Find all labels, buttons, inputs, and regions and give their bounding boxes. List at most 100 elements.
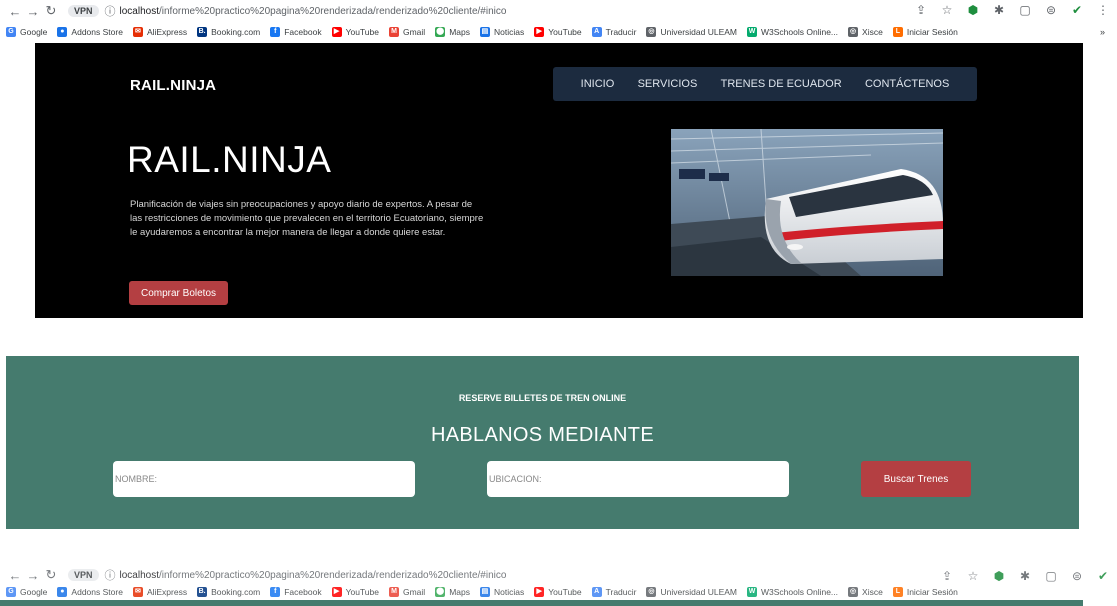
- url-path: /informe%20practico%20pagina%20renderiza…: [158, 5, 507, 17]
- bookmark-label: Noticias: [493, 587, 525, 597]
- bookmark-item[interactable]: ▶ YouTube: [331, 587, 379, 597]
- bookmark-item[interactable]: ● Addons Store: [57, 587, 123, 597]
- share-icon[interactable]: ⇪: [941, 569, 953, 583]
- brand-logo[interactable]: RAIL.NINJA: [130, 77, 216, 94]
- bookmark-label: Traducir: [605, 587, 637, 597]
- buy-tickets-button[interactable]: Comprar Boletos: [129, 281, 228, 305]
- bookmark-label: Gmail: [402, 587, 426, 597]
- bookmark-label: W3Schools Online...: [761, 587, 839, 597]
- bookmark-item[interactable]: ▤ Noticias: [479, 27, 525, 37]
- bookmark-item[interactable]: ✉ AliExpress: [132, 27, 187, 37]
- bookmark-item[interactable]: ▶ YouTube: [534, 587, 582, 597]
- location-input[interactable]: [487, 461, 789, 497]
- bookmark-favicon-icon: ✉: [132, 27, 143, 37]
- bookmark-label: Universidad ULEAM: [660, 27, 738, 37]
- booking-title: HABLANOS MEDIANTE: [431, 424, 654, 446]
- toolbar-icons: ⇪ ☆ ⬢ ✱ ▢ ⊜ ✔ ⋮: [915, 3, 1109, 17]
- bookmark-item[interactable]: W W3Schools Online...: [747, 27, 838, 37]
- nav-link-inicio[interactable]: INICIO: [581, 78, 615, 90]
- nav-link-servicios[interactable]: SERVICIOS: [638, 78, 698, 90]
- site-info-icon[interactable]: ⓘ: [105, 3, 116, 19]
- bookmark-favicon-icon: ◎: [646, 587, 657, 597]
- name-input[interactable]: [113, 461, 415, 497]
- bookmark-item[interactable]: L Iniciar Sesión: [892, 587, 958, 597]
- url-host: localhost: [119, 569, 159, 581]
- bookmark-item[interactable]: ⬤ Maps: [435, 587, 470, 597]
- bookmark-item[interactable]: ✉ AliExpress: [132, 587, 187, 597]
- site-info-icon[interactable]: ⓘ: [105, 567, 116, 583]
- bookmark-item[interactable]: A Traducir: [591, 27, 636, 37]
- bookmark-label: Booking.com: [211, 27, 261, 37]
- vpn-badge[interactable]: VPN: [68, 569, 99, 581]
- extensions-puzzle-icon[interactable]: ✱: [1019, 569, 1031, 583]
- bookmark-item[interactable]: ▶ YouTube: [534, 27, 582, 37]
- bookmark-label: YouTube: [548, 27, 582, 37]
- back-arrow-icon[interactable]: ←: [6, 568, 24, 583]
- bookmark-favicon-icon: ●: [57, 27, 68, 37]
- bookmark-favicon-icon: M: [388, 27, 399, 37]
- share-icon[interactable]: ⇪: [915, 3, 927, 17]
- bookmark-item[interactable]: f Facebook: [270, 27, 322, 37]
- bookmark-item[interactable]: B. Booking.com: [197, 587, 260, 597]
- bookmarks-bar-duplicate: G Google ● Addons Store ✉ AliExpress B. Booking…: [0, 584, 1117, 600]
- bookmark-favicon-icon: ▶: [534, 27, 545, 37]
- address-bar-row-duplicate: ← → ↻ VPN ⓘ localhost/informe%20practico…: [0, 566, 1117, 584]
- extension-shield-icon[interactable]: ⬢: [993, 569, 1005, 583]
- bookmark-item[interactable]: M Gmail: [388, 27, 425, 37]
- security-check-icon[interactable]: ✔: [1097, 569, 1109, 583]
- nav-link-trenes-de-ecuador[interactable]: TRENES DE ECUADOR: [721, 78, 842, 90]
- url-path: /informe%20practico%20pagina%20renderiza…: [158, 569, 507, 581]
- bookmark-item[interactable]: G Google: [6, 587, 47, 597]
- extensions-puzzle-icon[interactable]: ✱: [993, 3, 1005, 17]
- bookmark-item[interactable]: G Google: [6, 27, 47, 37]
- vpn-badge[interactable]: VPN: [68, 5, 99, 17]
- bookmark-favicon-icon: A: [591, 587, 602, 597]
- hero-title: RAIL.NINJA: [127, 139, 332, 180]
- bookmark-item[interactable]: ⬤ Maps: [435, 27, 470, 37]
- address-bar-row: ← → ↻ VPN ⓘ localhost/informe%20practico…: [0, 0, 1117, 22]
- bookmark-label: Booking.com: [211, 587, 261, 597]
- bookmark-favicon-icon: ●: [57, 587, 68, 597]
- bookmark-item[interactable]: f Facebook: [270, 587, 322, 597]
- bookmark-item[interactable]: W W3Schools Online...: [747, 587, 838, 597]
- bookmark-favicon-icon: G: [6, 587, 16, 597]
- bookmark-item[interactable]: ◎ Xisce: [848, 27, 883, 37]
- menu-dots-icon[interactable]: ⋮: [1097, 3, 1109, 17]
- side-panel-icon[interactable]: ▢: [1019, 3, 1031, 17]
- extension-shield-icon[interactable]: ⬢: [967, 3, 979, 17]
- bookmark-item[interactable]: ◎ Universidad ULEAM: [646, 587, 737, 597]
- reload-icon[interactable]: ↻: [42, 3, 60, 19]
- bookmark-item[interactable]: ▶ YouTube: [331, 27, 379, 37]
- profile-icon[interactable]: ⊜: [1045, 3, 1057, 17]
- bookmark-item[interactable]: M Gmail: [388, 587, 426, 597]
- bookmark-star-icon[interactable]: ☆: [941, 3, 953, 17]
- bookmark-favicon-icon: ▶: [534, 587, 545, 597]
- bookmark-item[interactable]: L Iniciar Sesión: [892, 27, 958, 37]
- search-trains-button[interactable]: Buscar Trenes: [861, 461, 971, 497]
- forward-arrow-icon[interactable]: →: [24, 4, 42, 19]
- bookmark-item[interactable]: ◎ Xisce: [848, 587, 883, 597]
- bookmark-star-icon[interactable]: ☆: [967, 569, 979, 583]
- profile-icon[interactable]: ⊜: [1071, 569, 1083, 583]
- side-panel-icon[interactable]: ▢: [1045, 569, 1057, 583]
- url-field[interactable]: localhost/informe%20practico%20pagina%20…: [120, 6, 507, 17]
- more-bookmarks-icon[interactable]: »: [1100, 27, 1105, 37]
- bookmark-label: Noticias: [493, 27, 525, 37]
- bookmark-item[interactable]: ● Addons Store: [57, 27, 123, 37]
- forward-arrow-icon[interactable]: →: [24, 568, 42, 583]
- reload-icon[interactable]: ↻: [42, 567, 60, 583]
- bookmark-label: Maps: [449, 27, 470, 37]
- bookmark-item[interactable]: ▤ Noticias: [479, 587, 525, 597]
- bookmark-favicon-icon: L: [892, 587, 903, 597]
- bookmark-favicon-icon: ◎: [848, 587, 859, 597]
- bookmark-item[interactable]: B. Booking.com: [197, 27, 260, 37]
- nav-link-contactenos[interactable]: CONTÁCTENOS: [865, 78, 949, 90]
- security-check-icon[interactable]: ✔: [1071, 3, 1083, 17]
- train-photo: [671, 129, 943, 276]
- bookmark-favicon-icon: B.: [197, 587, 208, 597]
- bookmark-item[interactable]: A Traducir: [591, 587, 637, 597]
- back-arrow-icon[interactable]: ←: [6, 4, 24, 19]
- url-field[interactable]: localhost/informe%20practico%20pagina%20…: [120, 570, 507, 581]
- booking-section: RESERVE BILLETES DE TREN ONLINE HABLANOS…: [6, 356, 1079, 529]
- bookmark-item[interactable]: ◎ Universidad ULEAM: [646, 27, 737, 37]
